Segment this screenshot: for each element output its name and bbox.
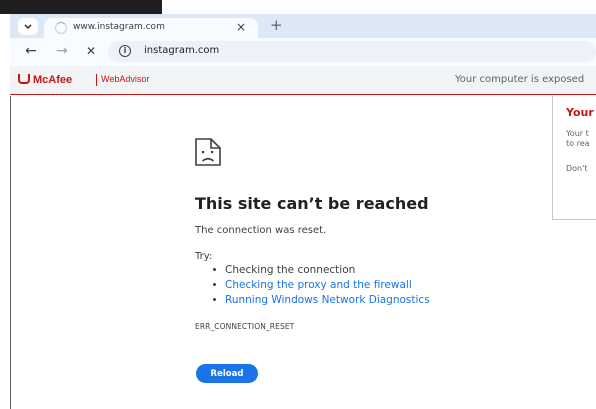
- mcafee-popup-panel: Your Your t to rea Don't: [552, 96, 596, 220]
- address-bar[interactable]: i instagram.com: [108, 41, 596, 62]
- reload-button[interactable]: Reload: [196, 364, 258, 383]
- try-label: Try:: [195, 251, 213, 262]
- tab-instagram[interactable]: www.instagram.com ×: [44, 18, 258, 38]
- chevron-down-icon: [24, 23, 32, 29]
- os-top-dark-region: [0, 0, 162, 14]
- mcafee-logo: McAfee: [18, 74, 72, 86]
- suggestion-text[interactable]: Running Windows Network Diagnostics: [225, 294, 430, 306]
- bullet-icon: [213, 283, 216, 286]
- sad-page-icon: [195, 138, 221, 166]
- bullet-icon: [213, 268, 216, 271]
- suggestion-link-proxy[interactable]: Checking the proxy and the firewall: [213, 279, 412, 291]
- forward-button[interactable]: →: [56, 43, 68, 59]
- loading-spinner-icon: [55, 22, 67, 34]
- suggestion-text[interactable]: Checking the proxy and the firewall: [225, 279, 412, 291]
- popup-body-line: Your t: [566, 129, 589, 138]
- new-tab-button[interactable]: +: [270, 16, 283, 34]
- popup-body-line: to rea: [566, 139, 590, 148]
- popup-dont-text: Don't: [566, 164, 588, 173]
- error-title: This site can’t be reached: [195, 194, 429, 213]
- mcafee-brand: McAfee: [33, 74, 73, 86]
- tab-close-icon[interactable]: ×: [236, 20, 246, 34]
- mcafee-webadvisor-bar: McAfee WebAdvisor Your computer is expos…: [10, 66, 596, 95]
- popup-title: Your: [566, 106, 594, 119]
- tab-strip: www.instagram.com × +: [10, 14, 596, 38]
- site-info-icon[interactable]: i: [119, 45, 131, 57]
- navigation-bar: ← → ✕ i instagram.com: [10, 38, 596, 66]
- tab-title: www.instagram.com: [73, 22, 165, 32]
- os-top-strip: [0, 0, 596, 14]
- suggestion-link-diagnostics[interactable]: Running Windows Network Diagnostics: [213, 294, 430, 306]
- error-code: ERR_CONNECTION_RESET: [195, 322, 295, 331]
- error-subtitle: The connection was reset.: [195, 225, 327, 236]
- popup-body: Your t to rea: [566, 129, 590, 149]
- webadvisor-label: WebAdvisor: [101, 74, 150, 84]
- mcafee-shield-icon: [18, 74, 30, 84]
- window-left-edge: [10, 96, 11, 409]
- mcafee-divider: [96, 74, 97, 86]
- suggestion-item: Checking the connection: [213, 264, 355, 276]
- mcafee-warning-text[interactable]: Your computer is exposed: [455, 74, 584, 85]
- tab-search-button[interactable]: [18, 18, 38, 35]
- bullet-icon: [213, 298, 216, 301]
- stop-button[interactable]: ✕: [86, 43, 96, 59]
- back-button[interactable]: ←: [25, 43, 37, 59]
- suggestion-text: Checking the connection: [225, 264, 356, 276]
- url-text[interactable]: instagram.com: [144, 45, 219, 56]
